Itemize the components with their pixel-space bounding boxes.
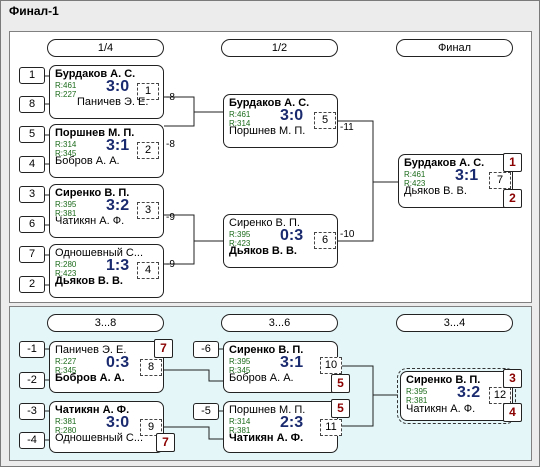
match-number: 2	[137, 142, 159, 159]
seed-box: -1	[19, 341, 45, 358]
player-winner: Дьяков В. В.	[55, 275, 123, 287]
place-badge: 4	[503, 403, 522, 422]
loser-destination: -9	[166, 212, 175, 223]
match-score: 3:0	[280, 107, 304, 124]
header-places-3-4: 3...4	[396, 314, 513, 332]
match-9[interactable]: Чатикян А. Ф. R:381 R:280 3:0 9 Одношевн…	[49, 401, 164, 453]
seed-box: 5	[19, 126, 45, 143]
match-11[interactable]: Поршнев М. П. R:314 R:381 2:3 11 Чатикян…	[223, 401, 342, 453]
match-number: 12	[489, 387, 511, 404]
match-score: 2:3	[280, 414, 304, 431]
match-score: 0:3	[280, 227, 304, 244]
place-badge: 3	[503, 369, 522, 388]
player-loser: Одношевный С...	[55, 432, 144, 444]
player-loser: Дьяков В. В.	[404, 185, 467, 197]
player-rating: R:395	[55, 200, 77, 209]
player-rating: R:314	[229, 417, 251, 426]
player-rating: R:395	[229, 357, 251, 366]
seed-box: -4	[19, 432, 45, 449]
seed-box: 1	[19, 67, 45, 84]
header-final: Финал	[396, 39, 513, 57]
match-score: 3:1	[106, 137, 130, 154]
seed-box: 4	[19, 156, 45, 173]
header-semifinal: 1/2	[221, 39, 338, 57]
match-score: 3:1	[280, 354, 304, 371]
match-5[interactable]: Бурдаков А. С. R:461 R:314 3:0 5 Поршнев…	[223, 94, 338, 148]
player-rating: R:381	[55, 417, 77, 426]
match-score: 3:1	[455, 167, 479, 184]
match-10[interactable]: Сиренко В. П. R:395 R:345 3:1 10 Бобров …	[223, 341, 342, 393]
player-loser: Паничев Э. Е.	[77, 96, 149, 108]
loser-destination: -11	[340, 122, 354, 133]
match-number: 3	[137, 202, 159, 219]
player-rating: R:314	[55, 140, 77, 149]
match-4[interactable]: Одношевный С... R:280 R:423 1:3 4 Дьяков…	[49, 244, 164, 298]
seed-box: 7	[19, 246, 45, 263]
seed-box: -5	[193, 403, 219, 420]
match-7-final[interactable]: Бурдаков А. С. R:461 R:423 3:1 7 Дьяков …	[398, 154, 513, 208]
player-winner: Чатикян А. Ф.	[229, 432, 304, 444]
match-number: 11	[320, 419, 342, 436]
match-6[interactable]: Сиренко В. П. R:395 R:423 0:3 6 Дьяков В…	[223, 214, 338, 268]
player-rating: R:280	[55, 260, 77, 269]
place-badge: 2	[503, 189, 522, 208]
player-rating: R:227	[55, 357, 77, 366]
loser-destination: -10	[340, 229, 355, 240]
player-loser: Поршнев М. П.	[229, 125, 306, 137]
seed-box: 3	[19, 186, 45, 203]
player-rating: R:461	[229, 110, 251, 119]
player-rating: R:395	[229, 230, 251, 239]
player-loser: Чатикян А. Ф.	[55, 215, 125, 227]
seed-box: -3	[19, 403, 45, 420]
window-title: Финал-1	[9, 4, 59, 18]
player-loser: Бобров А. А.	[229, 372, 294, 384]
header-places-3-8: 3...8	[47, 314, 164, 332]
match-12-third-place[interactable]: Сиренко В. П. R:395 R:381 3:2 12 Чатикян…	[397, 368, 516, 424]
match-score: 0:3	[106, 354, 130, 371]
seed-box: -2	[19, 372, 45, 389]
seed-box: 8	[19, 96, 45, 113]
loser-destination: -8	[166, 92, 175, 103]
place-badge: 1	[503, 153, 522, 172]
loser-destination: -9	[166, 259, 175, 270]
seed-box: -6	[193, 341, 219, 358]
match-number: 6	[314, 232, 336, 249]
match-8[interactable]: Паничев Э. Е. R:227 R:345 0:3 8 Бобров А…	[49, 341, 164, 393]
seed-box: 2	[19, 276, 45, 293]
player-rating: R:461	[404, 170, 426, 179]
player-rating: R:395	[406, 387, 428, 396]
match-3[interactable]: Сиренко В. П. R:395 R:381 3:2 3 Чатикян …	[49, 184, 164, 238]
player-winner: Дьяков В. В.	[229, 245, 297, 257]
match-number: 5	[314, 112, 336, 129]
player-rating: R:461	[55, 81, 77, 90]
seed-box: 6	[19, 216, 45, 233]
match-score: 3:2	[106, 197, 130, 214]
place-badge: 7	[156, 433, 175, 452]
match-score: 1:3	[106, 257, 130, 274]
player-winner: Бобров А. А.	[55, 372, 125, 384]
loser-destination: -8	[166, 139, 175, 150]
match-number: 7	[489, 172, 511, 189]
place-badge: 5	[331, 374, 350, 393]
bracket-window: Финал-1 1/4 1/2 Финал 1 8 5 4 3 6 7 2 Бу…	[0, 0, 540, 467]
place-badge: 7	[154, 339, 173, 358]
match-number: 10	[320, 357, 342, 374]
player-loser: Бобров А. А.	[55, 155, 120, 167]
match-1[interactable]: Бурдаков А. С. R:461 R:227 3:0 1 Паничев…	[49, 65, 164, 119]
match-score: 3:2	[457, 384, 481, 401]
match-2[interactable]: Поршнев М. П. R:314 R:345 3:1 2 Бобров А…	[49, 124, 164, 178]
place-badge: 5	[331, 399, 350, 418]
header-quarterfinal: 1/4	[47, 39, 164, 57]
match-number: 4	[137, 262, 159, 279]
match-number: 8	[140, 359, 162, 376]
match-score: 3:0	[106, 414, 130, 431]
header-places-3-6: 3...6	[221, 314, 338, 332]
match-score: 3:0	[106, 78, 130, 95]
player-loser: Чатикян А. Ф.	[406, 403, 476, 415]
player-rating: R:227	[55, 90, 77, 99]
